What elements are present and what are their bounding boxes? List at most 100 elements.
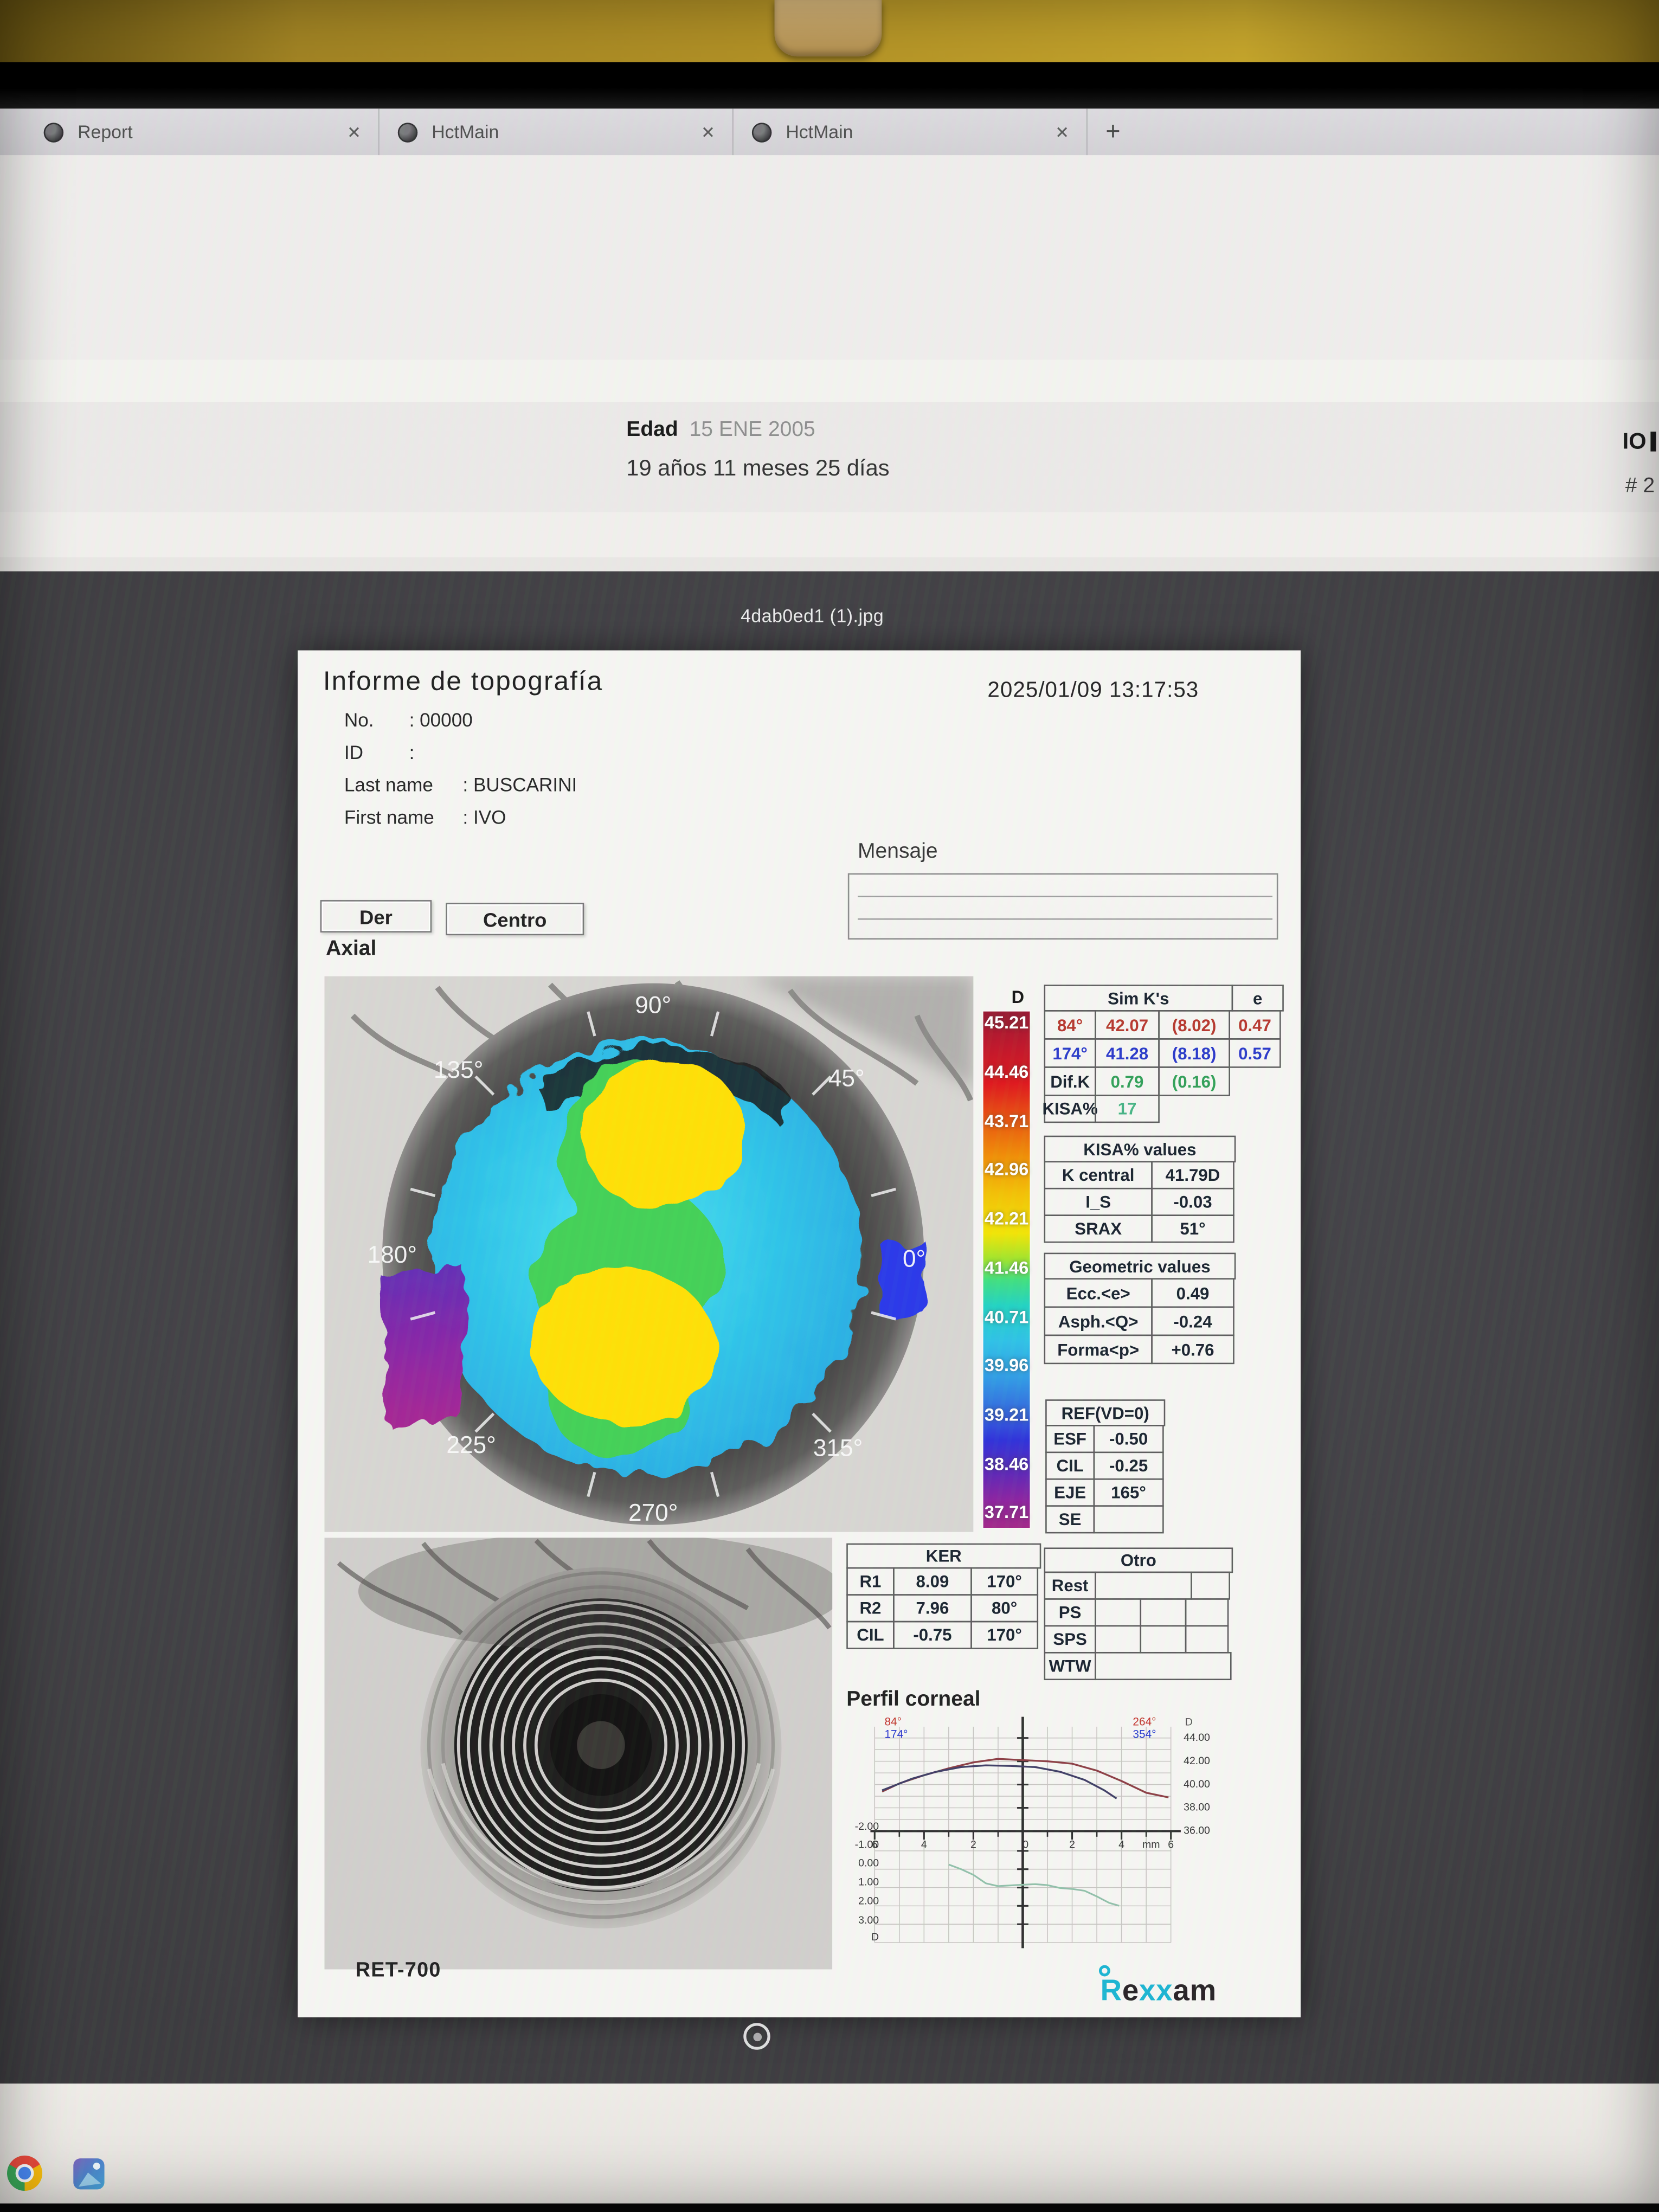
ref-title: REF(VD=0) bbox=[1045, 1399, 1165, 1426]
simks-e-header: e bbox=[1232, 985, 1284, 1011]
cell: 0.57 bbox=[1229, 1038, 1281, 1068]
cell: -0.50 bbox=[1094, 1425, 1164, 1453]
birth-date: 15 ENE 2005 bbox=[690, 417, 815, 441]
info-label: Last name bbox=[344, 775, 463, 796]
globe-icon bbox=[398, 122, 417, 142]
empty-cell bbox=[1185, 1625, 1229, 1654]
wall-strip bbox=[0, 0, 1659, 62]
info-row-no: No. : 00000 bbox=[344, 704, 577, 736]
edad-label: Edad bbox=[626, 417, 678, 441]
cell: 41.28 bbox=[1095, 1038, 1160, 1068]
globe-icon bbox=[752, 122, 771, 142]
meridian-label-264: 264° bbox=[1133, 1715, 1156, 1728]
chrome-icon[interactable] bbox=[7, 2156, 42, 2191]
angle-label-0: 0° bbox=[903, 1246, 925, 1272]
perfil-curve-84-264 bbox=[882, 1759, 1168, 1797]
report-datetime: 2025/01/09 13:17:53 bbox=[987, 679, 1199, 704]
info-value: : 00000 bbox=[409, 710, 473, 731]
svg-text:0.00: 0.00 bbox=[858, 1857, 879, 1869]
angle-label-180: 180° bbox=[368, 1242, 417, 1268]
cell: Rest bbox=[1044, 1572, 1096, 1600]
cell: 80° bbox=[970, 1594, 1038, 1622]
cell: R2 bbox=[846, 1594, 894, 1622]
meridian-label-354: 354° bbox=[1133, 1728, 1156, 1741]
empty-cell bbox=[1191, 1572, 1230, 1600]
otro-title: Otro bbox=[1044, 1547, 1233, 1573]
svg-text:1.00: 1.00 bbox=[858, 1876, 879, 1888]
kisa-values-table: KISA% values K central41.79D I_S-0.03 SR… bbox=[1044, 1136, 1234, 1243]
ref-table: REF(VD=0) ESF-0.50 CIL-0.25 EJE165° SE bbox=[1045, 1399, 1164, 1533]
svg-text:44.00: 44.00 bbox=[1184, 1732, 1210, 1744]
logo-part: R bbox=[1101, 1975, 1122, 2008]
info-row-firstname: First name : IVO bbox=[344, 801, 577, 834]
new-tab-button[interactable]: + bbox=[1088, 108, 1139, 155]
cell: (8.18) bbox=[1158, 1038, 1230, 1068]
tab-label: HctMain bbox=[432, 121, 701, 143]
cell: SPS bbox=[1044, 1625, 1096, 1654]
cell: 17 bbox=[1095, 1095, 1160, 1123]
info-row-lastname: Last name : BUSCARINI bbox=[344, 769, 577, 801]
right-edge-number: # 2 bbox=[1625, 474, 1655, 498]
simks-row-flat: 174° 41.28 (8.18) 0.57 bbox=[1044, 1038, 1283, 1068]
tab-report[interactable]: Report ✕ bbox=[25, 108, 380, 155]
info-label: No. bbox=[344, 710, 409, 731]
centro-button[interactable]: Centro bbox=[446, 903, 584, 935]
cell: CIL bbox=[846, 1621, 894, 1649]
tab-hctmain-1[interactable]: HctMain ✕ bbox=[380, 108, 734, 155]
svg-text:2: 2 bbox=[970, 1839, 976, 1851]
browser-tab-bar: Report ✕ HctMain ✕ HctMain ✕ + bbox=[0, 108, 1659, 155]
cell bbox=[1094, 1505, 1164, 1533]
cell: WTW bbox=[1044, 1652, 1096, 1680]
empty-cell bbox=[1095, 1598, 1141, 1626]
info-label: ID bbox=[344, 742, 409, 763]
cell: 41.79D bbox=[1151, 1161, 1234, 1189]
info-value: : bbox=[409, 742, 415, 763]
tab-close-icon[interactable]: ✕ bbox=[347, 122, 361, 142]
ret-700-placido-image bbox=[324, 1538, 832, 1969]
cell: 174° bbox=[1044, 1038, 1096, 1068]
rexxam-logo: Rexxam bbox=[1101, 1975, 1217, 2009]
web-page-top: Edad15 ENE 2005 19 años 11 meses 25 días… bbox=[0, 155, 1659, 571]
lower-axis-unit: D bbox=[871, 1931, 879, 1943]
ret-700-label: RET-700 bbox=[356, 1959, 441, 1982]
cell: 8.09 bbox=[893, 1567, 972, 1596]
der-button[interactable]: Der bbox=[320, 900, 432, 933]
svg-text:0: 0 bbox=[1023, 1839, 1028, 1851]
cell: K central bbox=[1044, 1161, 1153, 1189]
cell: 170° bbox=[970, 1621, 1038, 1649]
mensaje-field[interactable] bbox=[848, 873, 1278, 940]
angle-label-270: 270° bbox=[628, 1500, 678, 1526]
cell: SE bbox=[1045, 1505, 1095, 1533]
empty-cell bbox=[1140, 1598, 1186, 1626]
svg-text:2.00: 2.00 bbox=[858, 1895, 879, 1907]
cell: I_S bbox=[1044, 1188, 1153, 1216]
meridian-label-84: 84° bbox=[884, 1715, 901, 1728]
x-axis-unit: mm bbox=[1142, 1839, 1160, 1851]
cell: CIL bbox=[1045, 1451, 1095, 1480]
cell: (0.16) bbox=[1158, 1066, 1230, 1096]
upper-axis-unit: D bbox=[1185, 1716, 1193, 1728]
simks-row-kisa: KISA% 17 bbox=[1044, 1095, 1283, 1123]
geometric-title: Geometric values bbox=[1044, 1253, 1236, 1279]
tab-close-icon[interactable]: ✕ bbox=[701, 122, 715, 142]
cell: 7.96 bbox=[893, 1594, 972, 1622]
cell: PS bbox=[1044, 1598, 1096, 1626]
tab-hctmain-2[interactable]: HctMain ✕ bbox=[734, 108, 1088, 155]
screenshot-lens-icon[interactable] bbox=[743, 2023, 770, 2049]
cell: -0.03 bbox=[1151, 1188, 1234, 1216]
simks-title: Sim K's bbox=[1044, 985, 1233, 1011]
report-title: Informe de topografía bbox=[323, 667, 603, 698]
webcam-bump bbox=[775, 0, 882, 56]
scale-value: 39.96 bbox=[983, 1356, 1030, 1375]
chart-axes bbox=[870, 1717, 1180, 1949]
logo-part: e bbox=[1122, 1975, 1139, 2008]
simks-row-steep: 84° 42.07 (8.02) 0.47 bbox=[1044, 1010, 1283, 1040]
monitor-photo: Report ✕ HctMain ✕ HctMain ✕ + Edad 15 EN… bbox=[0, 0, 1659, 2212]
empty-cell bbox=[1185, 1598, 1229, 1626]
tab-close-icon[interactable]: ✕ bbox=[1055, 122, 1069, 142]
scale-unit-label: D bbox=[1012, 987, 1024, 1007]
cell: Dif.K bbox=[1044, 1066, 1096, 1096]
photos-app-icon[interactable] bbox=[73, 2158, 104, 2189]
kisa-title: KISA% values bbox=[1044, 1136, 1236, 1162]
svg-text:-2.00: -2.00 bbox=[855, 1821, 879, 1832]
